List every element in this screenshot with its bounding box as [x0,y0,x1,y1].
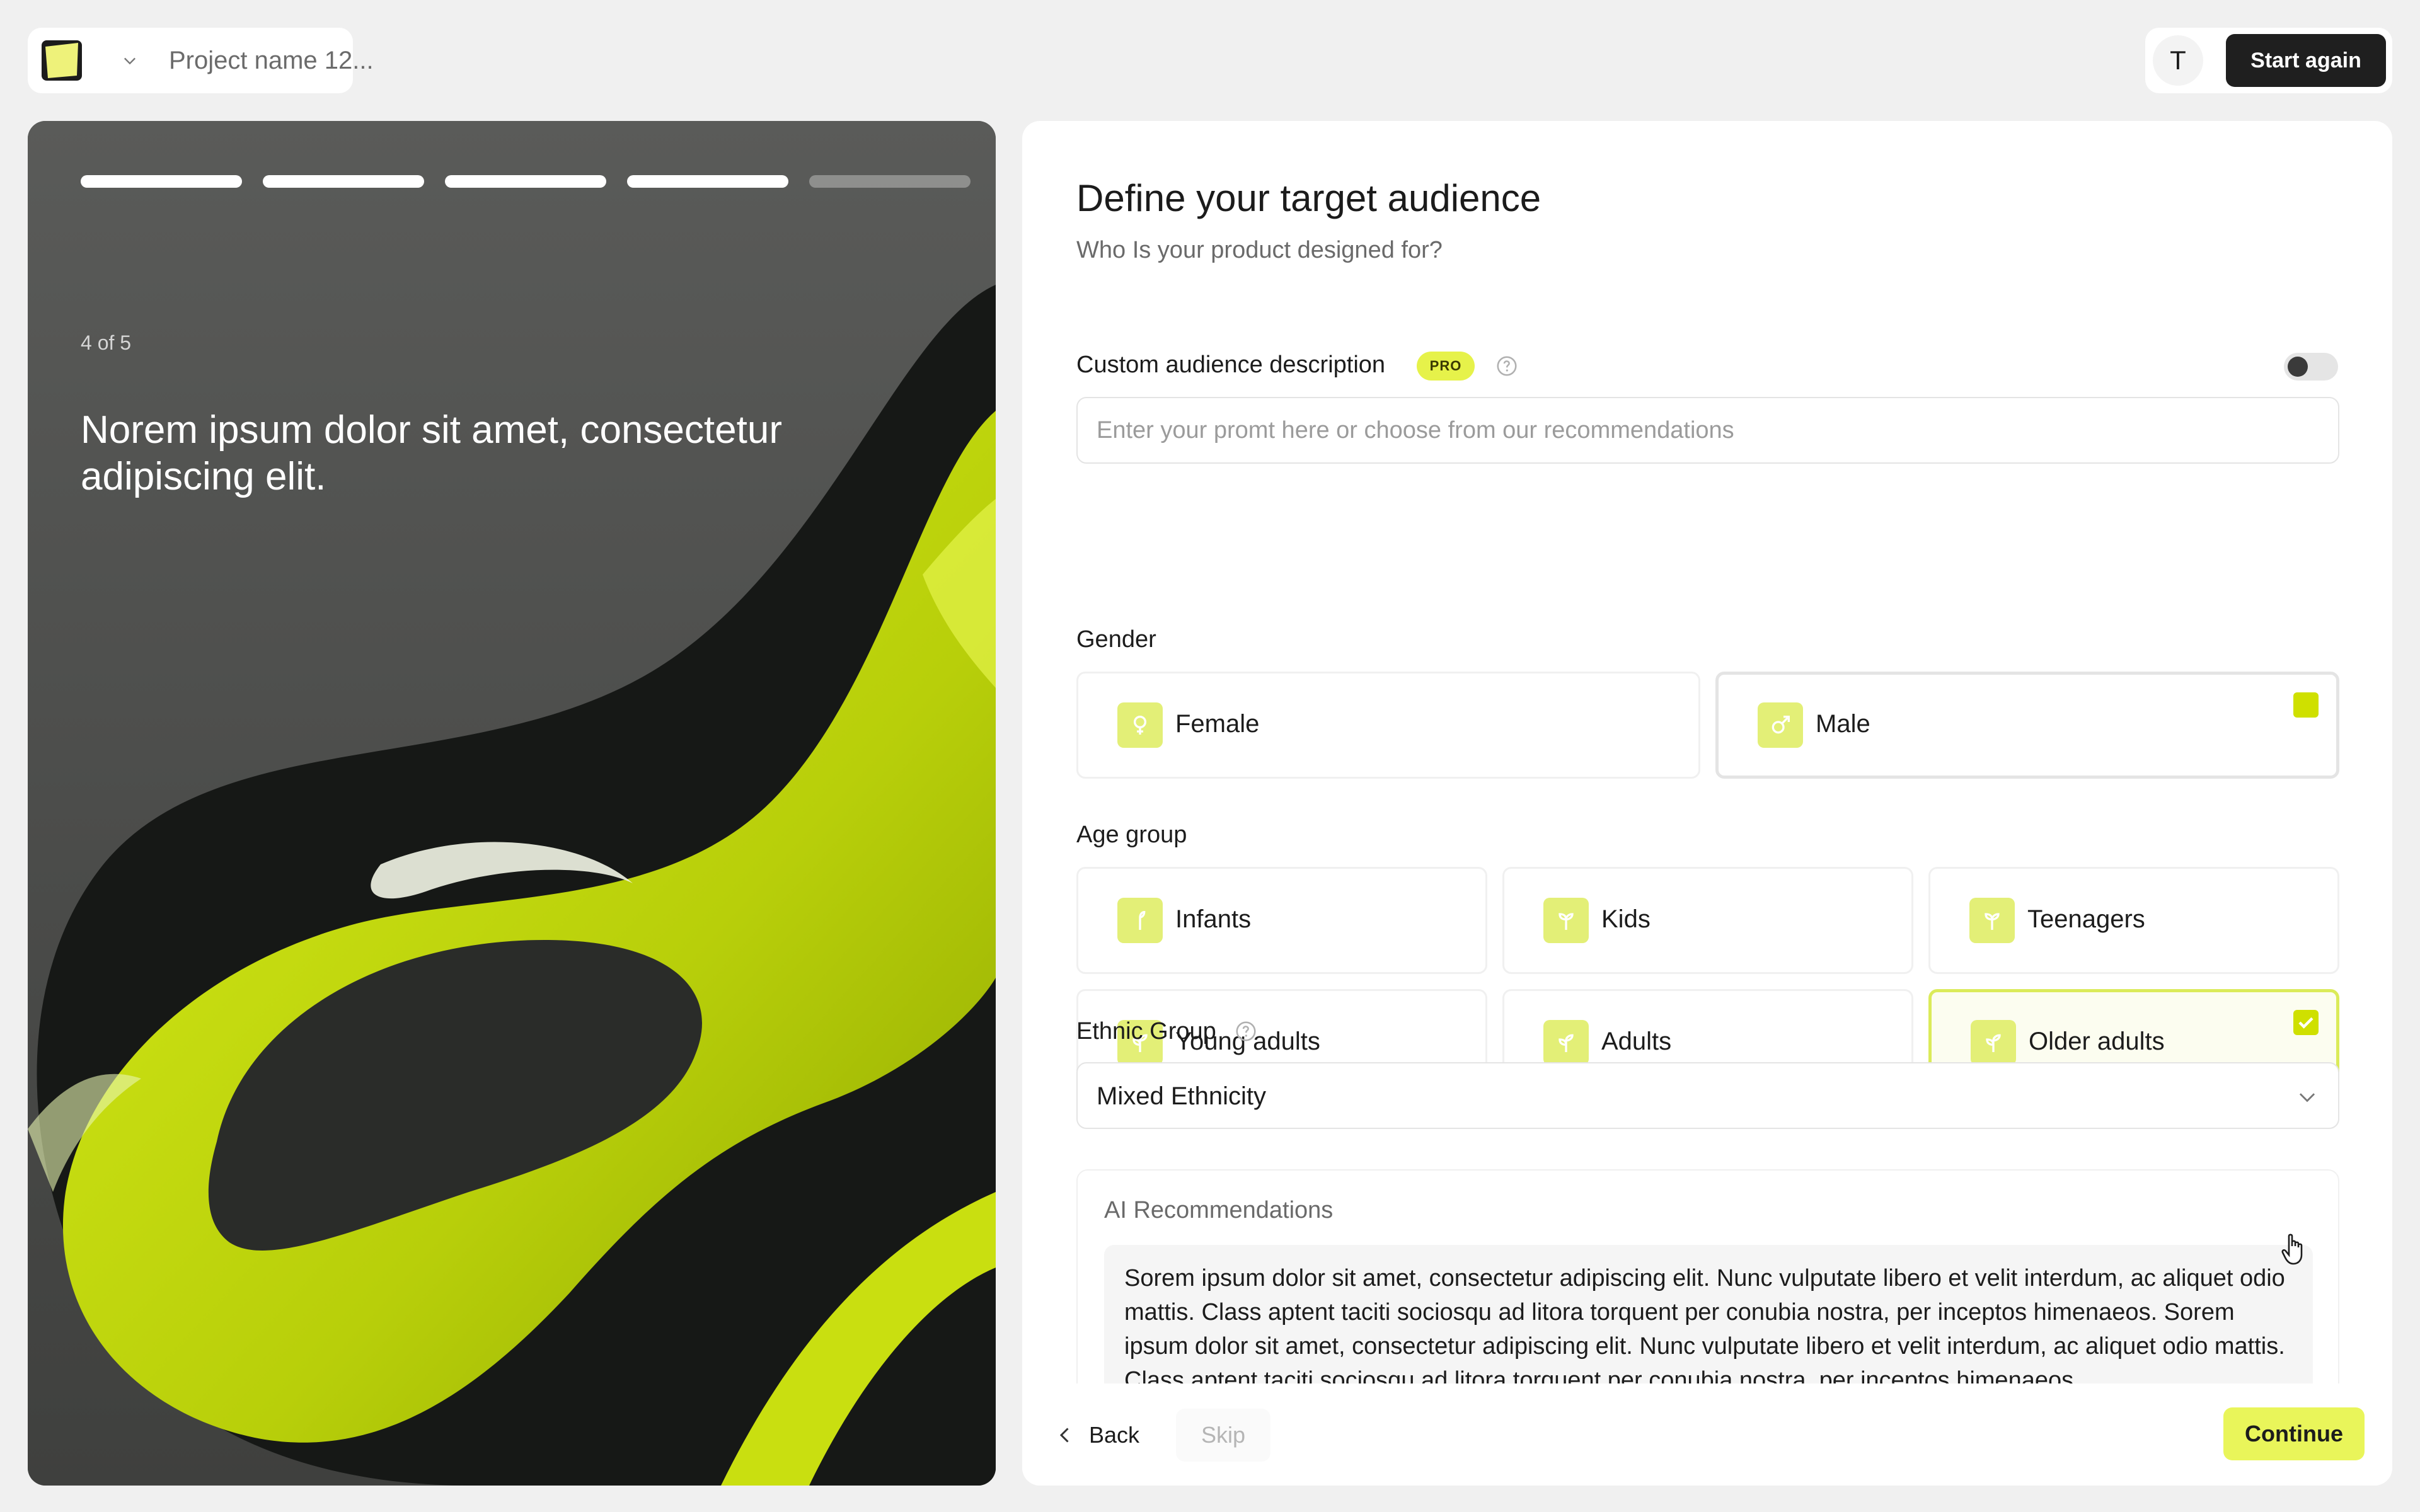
male-icon [1758,702,1803,748]
option-label: Kids [1601,905,1651,933]
option-label: Female [1175,710,1260,738]
gender-option-male[interactable]: Male [1715,672,2339,779]
help-icon[interactable] [1495,354,1519,378]
female-icon [1117,702,1163,748]
ethnic-group-label: Ethnic Group [1076,1018,1216,1045]
gender-option-female[interactable]: Female [1076,672,1700,779]
select-value: Mixed Ethnicity [1097,1082,1266,1110]
option-label: Male [1816,710,1870,738]
abstract-glass-artwork [28,121,996,1486]
hand-cursor-icon [2281,1234,2303,1265]
back-label: Back [1089,1422,1140,1448]
option-label: Adults [1601,1028,1672,1055]
user-actions: T Start again [2145,28,2392,93]
step-progress [81,175,971,188]
step-label: 4 of 5 [81,331,132,354]
age-option-infants[interactable]: Infants [1076,867,1487,974]
start-again-button[interactable]: Start again [2226,34,2386,87]
age-group-label: Age group [1076,822,1187,848]
sprout-icon [1117,898,1163,943]
option-label: Older adults [2029,1028,2165,1055]
pro-badge: PRO [1417,352,1475,381]
progress-segment [445,175,606,188]
age-option-teenagers[interactable]: Teenagers [1928,867,2339,974]
continue-button[interactable]: Continue [2223,1407,2365,1460]
avatar[interactable]: T [2153,35,2203,86]
back-button[interactable]: Back [1054,1409,1139,1462]
hero-panel: 4 of 5 Norem ipsum dolor sit amet, conse… [28,121,996,1486]
skip-button[interactable]: Skip [1176,1409,1270,1462]
chevron-down-icon [2299,1093,2315,1102]
toggle-knob [2288,357,2308,377]
project-switcher[interactable]: Project name 12... [28,28,374,93]
custom-audience-toggle[interactable] [2284,353,2338,381]
checkbox-checked-icon[interactable] [2293,1010,2319,1035]
page-subtitle: Who Is your product designed for? [1076,237,1443,263]
option-label: Infants [1175,905,1252,933]
progress-segment [627,175,788,188]
project-name[interactable]: Project name 12... [169,47,374,75]
chevron-left-icon [1059,1428,1069,1443]
footer-bar: Back Skip Continue [1022,1383,2392,1486]
ai-recommendation-text: Sorem ipsum dolor sit amet, consectetur … [1124,1265,2285,1394]
age-option-kids[interactable]: Kids [1502,867,1913,974]
app-logo-icon [42,40,82,81]
app-root: Project name 12... T Start again 4 of 5 … [0,0,2420,1512]
progress-segment [809,175,971,188]
custom-audience-label: Custom audience description [1076,352,1386,378]
gender-label: Gender [1076,626,1156,653]
plant-icon [1543,1020,1589,1065]
progress-segment [263,175,424,188]
page-title: Define your target audience [1076,177,1541,219]
ai-recommendations-title: AI Recommendations [1104,1197,1334,1223]
form-panel: Define your target audience Who Is your … [1022,121,2392,1486]
ethnic-group-select[interactable]: Mixed Ethnicity [1076,1062,2339,1129]
sprout-icon [1543,898,1589,943]
help-icon[interactable] [1234,1019,1258,1043]
progress-segment [81,175,242,188]
custom-audience-input[interactable] [1076,397,2339,464]
selected-indicator [2293,692,2319,718]
option-label: Teenagers [2027,905,2145,933]
sprout-icon [1969,898,2015,943]
hero-title: Norem ipsum dolor sit amet, consectetur … [81,408,782,498]
plant-icon [1971,1020,2016,1065]
chevron-down-icon[interactable] [121,52,139,69]
